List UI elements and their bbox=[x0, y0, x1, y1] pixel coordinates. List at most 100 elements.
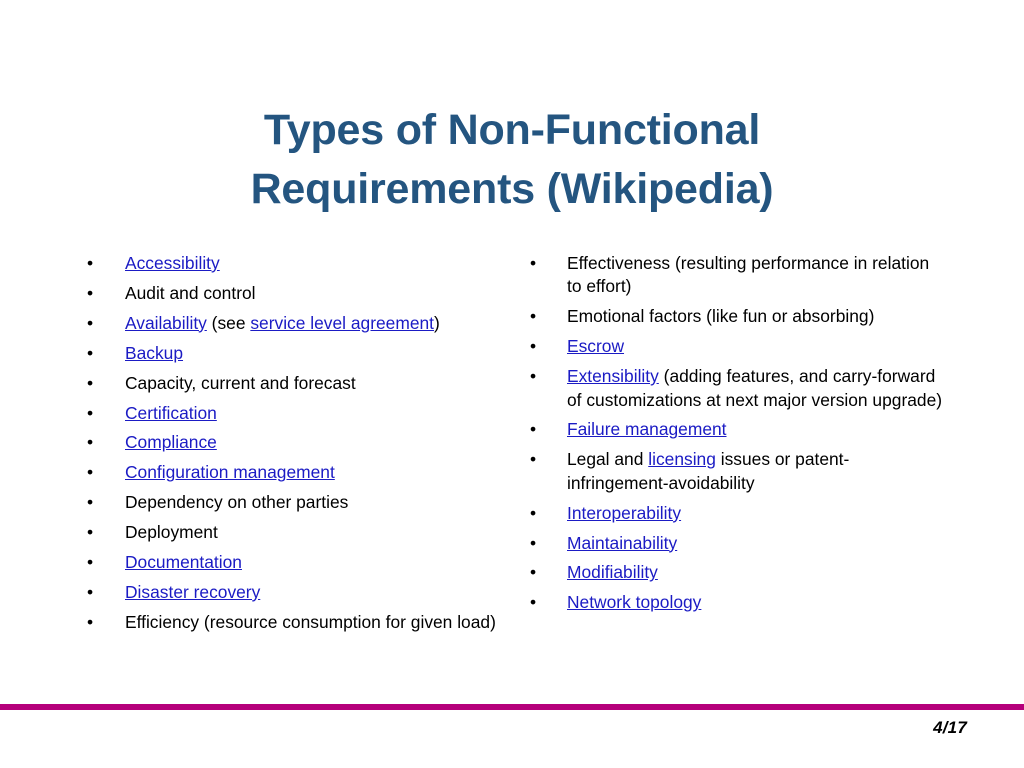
plain-text: Dependency on other parties bbox=[125, 492, 349, 513]
bullet-icon: • bbox=[530, 306, 537, 327]
list-item: • Certification bbox=[84, 402, 504, 425]
right-column: • Effectiveness (resulting performance in… bbox=[528, 252, 948, 621]
bullet-icon: • bbox=[87, 462, 94, 483]
list-item: • Backup bbox=[84, 342, 504, 365]
plain-text: Audit and control bbox=[125, 282, 256, 303]
list-item: • Modifiability bbox=[528, 561, 948, 584]
list-item: • Capacity, current and forecast bbox=[84, 372, 504, 395]
bullet-icon: • bbox=[530, 592, 537, 613]
bullet-icon: • bbox=[87, 492, 94, 513]
list-item-text: Accessibility bbox=[125, 253, 220, 273]
list-item-text: Effectiveness (resulting performance in … bbox=[567, 253, 929, 296]
wiki-link[interactable]: service level agreement bbox=[250, 313, 434, 333]
list-item: • Availability (see service level agreeme… bbox=[84, 312, 504, 335]
list-item: • Deployment bbox=[84, 521, 504, 544]
bullet-icon: • bbox=[87, 581, 94, 602]
list-item-text: Maintainability bbox=[567, 533, 677, 553]
list-item-text: Dependency on other parties bbox=[125, 492, 348, 512]
slide-canvas: Types of Non-Functional Requirements (Wik… bbox=[0, 0, 1024, 768]
list-item: • Maintainability bbox=[528, 532, 948, 555]
wiki-link[interactable]: Disaster recovery bbox=[125, 582, 260, 602]
plain-text: Capacity, current and forecast bbox=[125, 372, 356, 393]
page-title: Types of Non-Functional Requirements (Wik… bbox=[112, 101, 912, 220]
bullet-icon: • bbox=[530, 253, 537, 273]
list-item: • Effectiveness (resulting performance in… bbox=[528, 252, 948, 299]
wiki-link[interactable]: Availability bbox=[125, 313, 207, 333]
bullet-icon: • bbox=[87, 402, 94, 423]
list-item: • Legal and licensing issues or patent-in… bbox=[528, 448, 948, 495]
content-columns: • Accessibility • Audit and control • Availab… bbox=[0, 252, 1024, 672]
list-item-text: Audit and control bbox=[125, 283, 256, 303]
list-item-text: Interoperability bbox=[567, 503, 681, 523]
list-item: • Accessibility bbox=[84, 252, 504, 275]
list-item-text: Failure management bbox=[567, 419, 727, 439]
wiki-link[interactable]: Certification bbox=[125, 403, 217, 423]
list-item-text: Legal and licensing issues or patent-inf… bbox=[567, 449, 849, 492]
list-item: • Compliance bbox=[84, 431, 504, 454]
wiki-link[interactable]: licensing bbox=[648, 449, 716, 469]
bullet-icon: • bbox=[87, 253, 94, 273]
bullet-icon: • bbox=[87, 372, 94, 393]
plain-text: (see bbox=[206, 312, 251, 333]
wiki-link[interactable]: Modifiability bbox=[567, 562, 658, 582]
bullet-icon: • bbox=[530, 532, 537, 553]
bullet-icon: • bbox=[530, 562, 537, 583]
list-item-text: Certification bbox=[125, 403, 217, 423]
plain-text: Emotional factors (like fun or absorbing… bbox=[567, 306, 875, 327]
list-item-text: Disaster recovery bbox=[125, 582, 260, 602]
wiki-link[interactable]: Interoperability bbox=[567, 503, 681, 523]
wiki-link[interactable]: Failure management bbox=[567, 419, 727, 439]
list-item-text: Modifiability bbox=[567, 562, 658, 582]
list-item: • Network topology bbox=[528, 591, 948, 614]
plain-text: Deployment bbox=[125, 522, 218, 543]
list-item-text: Documentation bbox=[125, 552, 242, 572]
wiki-link[interactable]: Compliance bbox=[125, 432, 217, 452]
list-item: • Audit and control bbox=[84, 282, 504, 305]
list-item: • Interoperability bbox=[528, 502, 948, 525]
list-item-text: Availability (see service level agreemen… bbox=[125, 313, 440, 333]
list-item-text: Extensibility (adding features, and carr… bbox=[567, 366, 942, 409]
bullet-icon: • bbox=[530, 419, 537, 440]
list-item-text: Backup bbox=[125, 343, 183, 363]
wiki-link[interactable]: Escrow bbox=[567, 336, 624, 356]
wiki-link[interactable]: Documentation bbox=[125, 552, 242, 572]
left-column: • Accessibility • Audit and control • Availab… bbox=[84, 252, 504, 641]
page-title-line-1: Types of Non-Functional bbox=[263, 105, 761, 154]
list-item: • Documentation bbox=[84, 551, 504, 574]
list-item-text: Deployment bbox=[125, 522, 218, 542]
bullet-icon: • bbox=[87, 282, 94, 303]
bullet-icon: • bbox=[530, 449, 537, 470]
list-item-text: Compliance bbox=[125, 432, 217, 452]
requirements-list-left: • Accessibility • Audit and control • Availab… bbox=[84, 252, 504, 634]
wiki-link[interactable]: Network topology bbox=[567, 592, 701, 612]
wiki-link[interactable]: Maintainability bbox=[567, 533, 677, 553]
requirements-list-right: • Effectiveness (resulting performance in… bbox=[528, 252, 948, 615]
list-item: • Escrow bbox=[528, 335, 948, 358]
list-item-text: Emotional factors (like fun or absorbing… bbox=[567, 306, 874, 326]
page-title-line-2: Requirements (Wikipedia) bbox=[250, 165, 774, 214]
list-item: • Configuration management bbox=[84, 461, 504, 484]
plain-text: Effectiveness (resulting performance in … bbox=[567, 253, 930, 297]
wiki-link[interactable]: Configuration management bbox=[125, 462, 335, 482]
page-number: 4/17 bbox=[933, 718, 967, 737]
list-item: • Extensibility (adding features, and car… bbox=[528, 365, 948, 412]
list-item-text: Configuration management bbox=[125, 462, 335, 482]
wiki-link[interactable]: Accessibility bbox=[125, 253, 220, 273]
bullet-icon: • bbox=[87, 432, 94, 453]
list-item: • Disaster recovery bbox=[84, 581, 504, 604]
bullet-icon: • bbox=[87, 342, 94, 363]
bullet-icon: • bbox=[530, 502, 537, 523]
list-item: • Dependency on other parties bbox=[84, 491, 504, 514]
list-item-text: Efficiency (resource consumption for giv… bbox=[125, 612, 496, 632]
wiki-link[interactable]: Extensibility bbox=[567, 366, 659, 386]
list-item: • Efficiency (resource consumption for gi… bbox=[84, 611, 504, 634]
bullet-icon: • bbox=[87, 312, 94, 333]
plain-text: Efficiency (resource consumption for giv… bbox=[125, 611, 496, 632]
footer-accent-rule bbox=[0, 704, 1024, 710]
wiki-link[interactable]: Backup bbox=[125, 343, 183, 363]
plain-text: Legal and bbox=[567, 449, 649, 470]
list-item: • Emotional factors (like fun or absorbin… bbox=[528, 305, 948, 328]
list-item-text: Capacity, current and forecast bbox=[125, 373, 356, 393]
bullet-icon: • bbox=[87, 611, 94, 632]
list-item: • Failure management bbox=[528, 418, 948, 441]
